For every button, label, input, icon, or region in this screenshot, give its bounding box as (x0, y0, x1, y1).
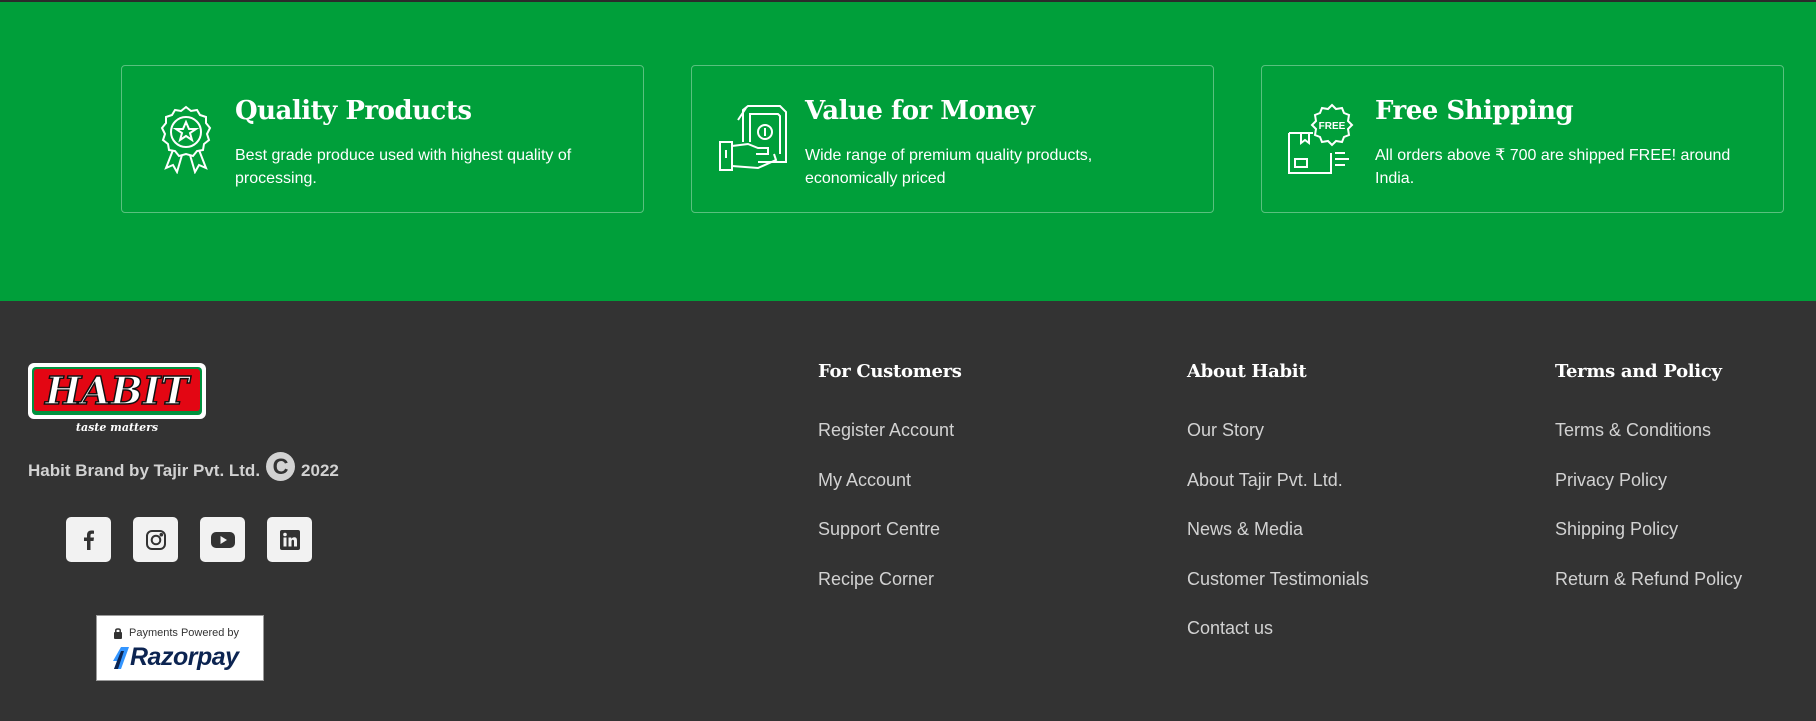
features-band: Quality Products Best grade produce used… (0, 2, 1816, 301)
footer-link-my-account[interactable]: My Account (818, 470, 962, 520)
copyright-year: 2022 (301, 460, 339, 480)
feature-card-value: Value for Money Wide range of premium qu… (691, 65, 1214, 213)
razorpay-mark-icon (113, 646, 129, 669)
footer-link-privacy-policy[interactable]: Privacy Policy (1555, 470, 1742, 520)
feature-card-quality: Quality Products Best grade produce used… (121, 65, 644, 213)
svg-text:taste matters: taste matters (76, 421, 158, 434)
column-heading: For Customers (818, 361, 962, 382)
footer-link-our-story[interactable]: Our Story (1187, 420, 1369, 470)
habit-logo[interactable]: HABIT taste matters (27, 362, 209, 434)
feature-title: Value for Money (805, 96, 1035, 126)
footer-link-shipping-policy[interactable]: Shipping Policy (1555, 519, 1742, 569)
youtube-link[interactable] (200, 517, 245, 562)
footer-column-customers: For Customers Register Account My Accoun… (818, 361, 962, 618)
cash-hand-icon (719, 105, 787, 171)
svg-text:HABIT: HABIT (44, 368, 191, 413)
feature-title: Quality Products (235, 96, 472, 126)
brand-copyright: Habit Brand by Tajir Pvt. Ltd. C 2022 (28, 452, 339, 485)
feature-card-shipping: FREE Free Shipping All orders above ₹ 70… (1261, 65, 1784, 213)
footer-link-contact-us[interactable]: Contact us (1187, 618, 1369, 668)
column-heading: About Habit (1187, 361, 1307, 382)
razorpay-badge[interactable]: Payments Powered by Razorpay (96, 615, 264, 681)
feature-description: All orders above ₹ 700 are shipped FREE!… (1375, 147, 1731, 187)
habit-logo-mark: HABIT taste matters (28, 363, 206, 434)
svg-text:FREE: FREE (1319, 121, 1346, 132)
free-shipping-box-icon: FREE (1288, 103, 1354, 174)
brand-text: Habit Brand by Tajir Pvt. Ltd. (28, 460, 261, 480)
footer-link-recipe-corner[interactable]: Recipe Corner (818, 569, 962, 619)
site-footer: HABIT taste matters Habit Brand by Tajir… (0, 301, 1816, 721)
footer-link-terms-conditions[interactable]: Terms & Conditions (1555, 420, 1742, 470)
footer-link-return-refund-policy[interactable]: Return & Refund Policy (1555, 569, 1742, 619)
linkedin-link[interactable] (267, 517, 312, 562)
footer-column-about: About Habit Our Story About Tajir Pvt. L… (1187, 361, 1369, 668)
instagram-icon (145, 529, 166, 550)
facebook-icon (83, 530, 94, 550)
footer-link-customer-testimonials[interactable]: Customer Testimonials (1187, 569, 1369, 619)
footer-link-news-media[interactable]: News & Media (1187, 519, 1369, 569)
award-badge-icon (160, 105, 212, 174)
footer-link-support-centre[interactable]: Support Centre (818, 519, 962, 569)
razorpay-logo: Razorpay (112, 643, 239, 672)
youtube-icon (210, 531, 235, 548)
payments-powered-by: Payments Powered by (113, 627, 239, 639)
feature-description: Wide range of premium quality products, … (805, 147, 1093, 187)
copyright-icon: C (266, 452, 296, 481)
social-links (66, 517, 312, 562)
footer-link-register-account[interactable]: Register Account (818, 420, 962, 470)
column-heading: Terms and Policy (1555, 361, 1722, 382)
facebook-link[interactable] (66, 517, 111, 562)
feature-title: Free Shipping (1375, 96, 1574, 126)
linkedin-icon (279, 529, 300, 550)
lock-icon (114, 628, 122, 639)
feature-description: Best grade produce used with highest qua… (235, 147, 572, 187)
footer-link-about-tajir[interactable]: About Tajir Pvt. Ltd. (1187, 470, 1369, 520)
instagram-link[interactable] (133, 517, 178, 562)
footer-column-terms: Terms and Policy Terms & Conditions Priv… (1555, 361, 1742, 618)
